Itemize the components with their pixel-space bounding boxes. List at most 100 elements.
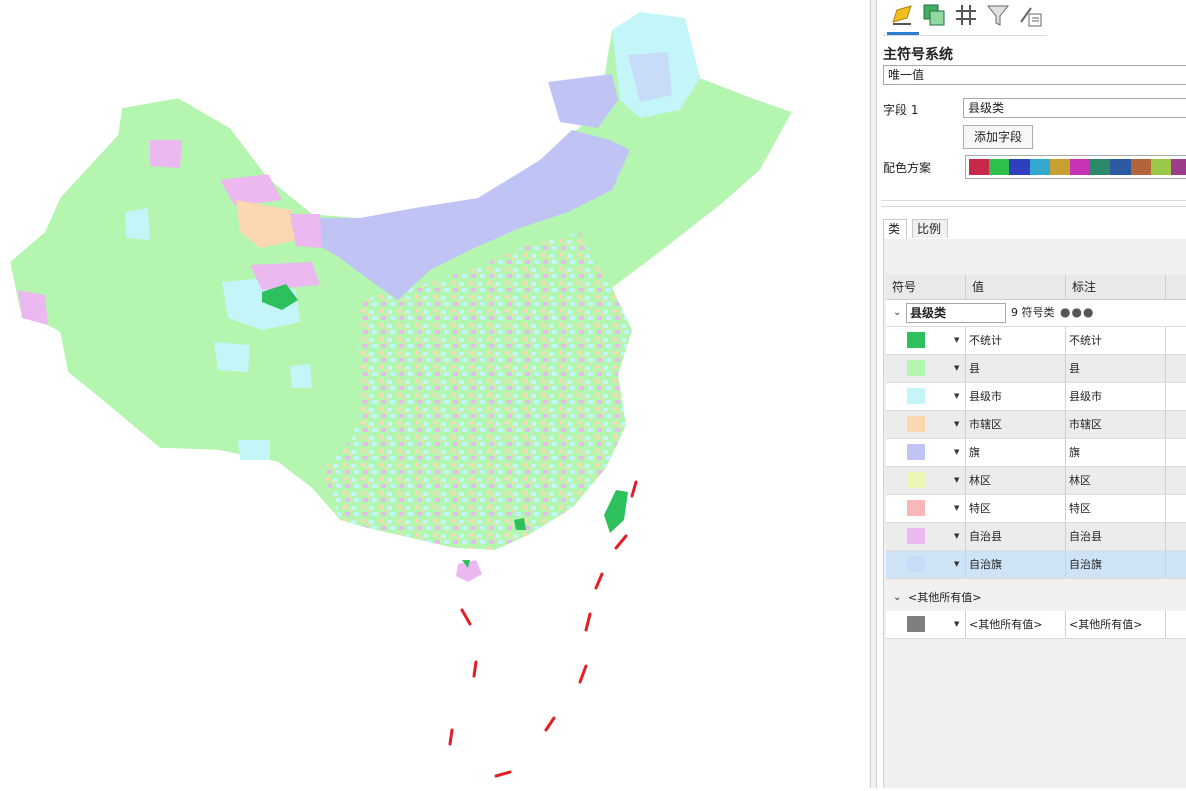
label-cell[interactable]: 市辖区 [1066, 411, 1166, 438]
filter-icon[interactable] [985, 2, 1011, 28]
symbol-cell[interactable]: ▼ [886, 611, 966, 638]
tab-scale[interactable]: 比例 [912, 219, 948, 238]
value-cell[interactable]: 旗 [966, 439, 1066, 466]
value-cell[interactable]: 自治县 [966, 523, 1066, 550]
table-row[interactable]: ▼ 林区 林区 [886, 467, 1186, 495]
dropdown-arrow-icon[interactable]: ▼ [954, 327, 959, 354]
symbol-swatch[interactable] [907, 332, 925, 348]
symbol-cell[interactable]: ▼ [886, 495, 966, 522]
method-dropdown[interactable]: 唯一值 [883, 65, 1186, 85]
other-values-group: ⌄ <其他所有值> [886, 585, 1186, 611]
class-group-header: ⌄ 县级类 9 符号类 ●●● [886, 300, 1186, 327]
table-row[interactable]: ▼ 县级市 县级市 [886, 383, 1186, 411]
symbol-swatch[interactable] [907, 360, 925, 376]
symbol-swatch[interactable] [907, 556, 925, 572]
table-row[interactable]: ▼ <其他所有值> <其他所有值> [886, 611, 1186, 639]
table-row[interactable]: ▼ 县县 [886, 355, 1186, 383]
value-cell[interactable]: 林区 [966, 467, 1066, 494]
dropdown-arrow-icon[interactable]: ▼ [954, 411, 959, 438]
ramp-color-swatch [1150, 159, 1171, 175]
table-row[interactable]: ▼ 自治旗 自治旗 [886, 551, 1186, 579]
symbol-swatch[interactable] [907, 444, 925, 460]
value-cell[interactable]: <其他所有值> [966, 611, 1066, 638]
symbol-cell[interactable]: ▼ [886, 383, 966, 410]
dropdown-arrow-icon[interactable]: ▼ [954, 439, 959, 466]
field-dropdown[interactable]: 县级类 [963, 98, 1186, 118]
symbol-swatch[interactable] [907, 388, 925, 404]
tab-classes[interactable]: 类 [883, 219, 907, 239]
label-cell[interactable]: 特区 [1066, 495, 1166, 522]
label-cell[interactable]: <其他所有值> [1066, 611, 1166, 638]
dropdown-arrow-icon[interactable]: ▼ [954, 495, 959, 522]
dropdown-arrow-icon[interactable]: ▼ [954, 467, 959, 494]
header-symbol[interactable]: 符号 [886, 275, 966, 299]
dropdown-arrow-icon[interactable]: ▼ [954, 355, 959, 382]
symbol-cell[interactable]: ▼ [886, 439, 966, 466]
dropdown-arrow-icon[interactable]: ▼ [954, 551, 959, 578]
value-cell[interactable]: 特区 [966, 495, 1066, 522]
symbol-swatch[interactable] [907, 528, 925, 544]
table-row[interactable]: ▼ 特区 特区 [886, 495, 1186, 523]
ramp-color-swatch [1090, 159, 1111, 175]
ramp-color-swatch [1009, 159, 1030, 175]
value-cell[interactable]: 县 [966, 355, 1066, 382]
chevron-down-icon[interactable]: ⌄ [893, 300, 901, 326]
symbol-swatch[interactable] [907, 616, 925, 632]
table-row[interactable]: ▼ 旗旗 [886, 439, 1186, 467]
ramp-color-swatch [1110, 159, 1131, 175]
symbology-pane: 主符号系统 唯一值 字段 1 县级类 添加字段 配色方案 类 比例 符号 值 标… [877, 0, 1186, 788]
label-cell[interactable]: 县 [1066, 355, 1166, 382]
table-row[interactable]: ▼ 自治县 自治县 [886, 523, 1186, 551]
dropdown-arrow-icon[interactable]: ▼ [954, 383, 959, 410]
more-options-icon[interactable]: ●●● [1060, 300, 1094, 324]
ramp-color-swatch [1049, 159, 1070, 175]
symbol-cell[interactable]: ▼ [886, 355, 966, 382]
ramp-color-swatch [1130, 159, 1151, 175]
label-cell[interactable]: 自治旗 [1066, 551, 1166, 578]
other-values-heading: <其他所有值> [908, 591, 982, 604]
symbol-swatch[interactable] [907, 416, 925, 432]
table-row[interactable]: ▼ 市辖区 市辖区 [886, 411, 1186, 439]
ramp-color-swatch [1069, 159, 1091, 175]
map-view[interactable] [0, 0, 870, 788]
label-cell[interactable]: 县级市 [1066, 383, 1166, 410]
group-heading-input[interactable]: 县级类 [906, 303, 1006, 323]
symbol-cell[interactable]: ▼ [886, 467, 966, 494]
color-scheme-dropdown[interactable] [965, 155, 1186, 179]
color-scheme-label: 配色方案 [883, 161, 932, 175]
section-divider [881, 200, 1186, 201]
taiwan-region [604, 490, 628, 533]
china-county-map[interactable] [0, 0, 870, 788]
label-cell[interactable]: 林区 [1066, 467, 1166, 494]
label-cell[interactable]: 自治县 [1066, 523, 1166, 550]
dropdown-arrow-icon[interactable]: ▼ [954, 611, 959, 638]
add-field-button[interactable]: 添加字段 [963, 125, 1033, 149]
classes-table: 符号 值 标注 ⌄ 县级类 9 符号类 ●●● ▼ 不统计 不统计 ▼ 县县 ▼ 县级市 县级… [886, 275, 1186, 639]
chevron-down-icon[interactable]: ⌄ [893, 585, 901, 611]
symbol-cell[interactable]: ▼ [886, 327, 966, 354]
table-row[interactable]: ▼ 不统计 不统计 [886, 327, 1186, 355]
header-label[interactable]: 标注 [1066, 275, 1166, 299]
toolbar-divider [883, 35, 1047, 36]
value-cell[interactable]: 市辖区 [966, 411, 1066, 438]
primary-symbology-icon[interactable] [889, 2, 915, 28]
symbol-swatch[interactable] [907, 500, 925, 516]
symbol-cell[interactable]: ▼ [886, 523, 966, 550]
class-rows: ▼ 不统计 不统计 ▼ 县县 ▼ 县级市 县级市 ▼ 市辖区 市辖区 ▼ 旗旗 ▼ 林区 林区 ▼ 特区 特区 ▼ 自治… [886, 327, 1186, 579]
label-cell[interactable]: 不统计 [1066, 327, 1166, 354]
symbol-cell[interactable]: ▼ [886, 411, 966, 438]
dropdown-arrow-icon[interactable]: ▼ [954, 523, 959, 550]
value-cell[interactable]: 自治旗 [966, 551, 1066, 578]
vary-symbology-icon[interactable] [921, 2, 947, 28]
label-cell[interactable]: 旗 [1066, 439, 1166, 466]
ramp-color-swatch [1029, 159, 1050, 175]
advanced-icon[interactable] [1017, 2, 1043, 28]
header-value[interactable]: 值 [966, 275, 1066, 299]
pane-divider[interactable] [870, 0, 877, 788]
table-header: 符号 值 标注 [886, 275, 1186, 300]
symbol-swatch[interactable] [907, 472, 925, 488]
symbol-cell[interactable]: ▼ [886, 551, 966, 578]
symbol-layers-icon[interactable] [953, 2, 979, 28]
value-cell[interactable]: 县级市 [966, 383, 1066, 410]
value-cell[interactable]: 不统计 [966, 327, 1066, 354]
